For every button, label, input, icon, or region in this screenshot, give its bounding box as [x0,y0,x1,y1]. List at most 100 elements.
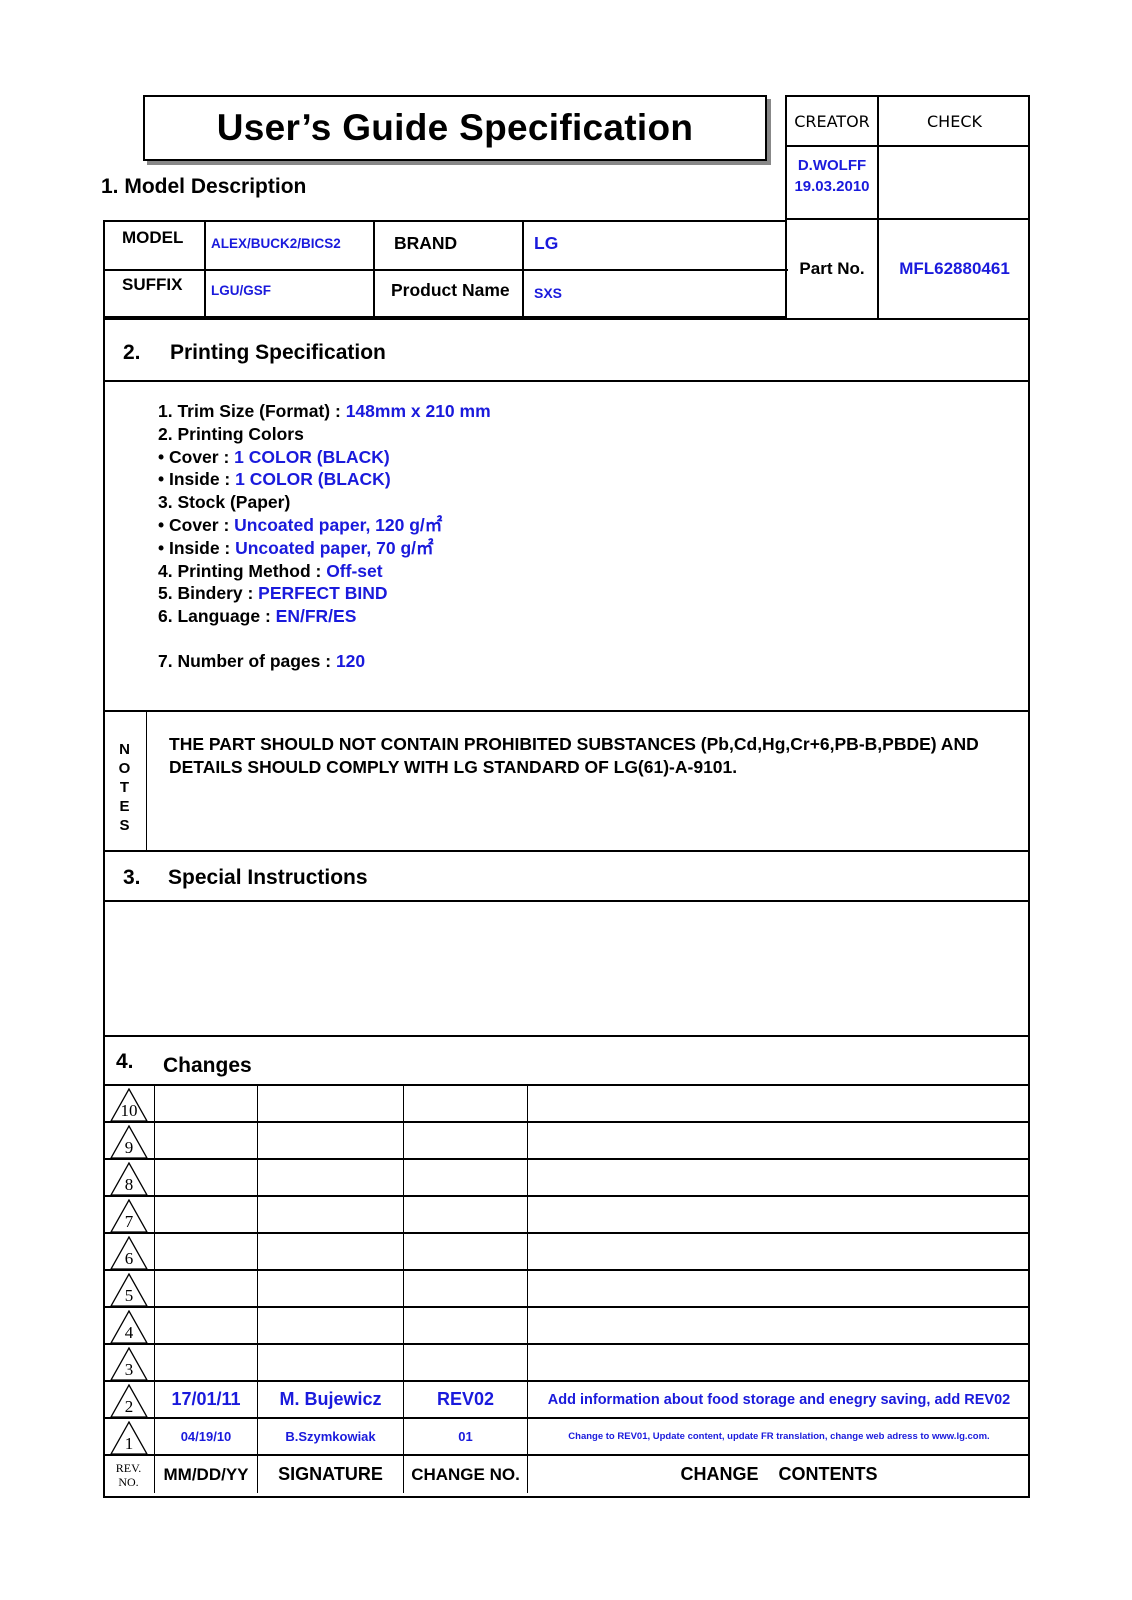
change-signature [258,1308,404,1343]
rev-number: 9 [124,1138,134,1157]
product-name-value: SXS [534,285,563,301]
model-value: ALEX/BUCK2/BICS2 [211,236,341,251]
change-row: 10 [103,1086,1030,1123]
special-instructions-number: 3. [123,866,141,889]
change-contents [528,1271,1030,1306]
document-title: User’s Guide Specification [216,107,694,148]
spec-line-label: • Inside : [158,537,236,558]
divider [103,850,1030,852]
spec-line-label: • Inside : [158,469,236,490]
change-signature [258,1197,404,1232]
spec-line-value: Uncoated paper, 70 g/㎡ [235,537,434,558]
change-contents [528,1086,1030,1121]
change-row: 6 [103,1234,1030,1271]
change-signature [258,1345,404,1380]
spec-line-label: 3. Stock (Paper) [158,492,291,513]
divider [103,1035,1030,1037]
change-date [155,1086,258,1121]
spec-line-label: 4. Printing Method : [158,560,327,581]
spec-line-value: Uncoated paper, 120 g/㎡ [234,514,443,535]
signature-column-label: SIGNATURE [258,1456,404,1493]
rev-cell: 6 [103,1234,155,1270]
spec-line-value: PERFECT BIND [258,583,388,604]
check-value [879,147,1030,220]
divider [103,380,1030,382]
revision-triangle-icon: 1 [109,1420,149,1455]
printing-spec-heading: Printing Specification [170,341,386,364]
special-instructions-heading: Special Instructions [168,866,368,889]
change-change-no: 01 [404,1419,528,1454]
change-row: 1 04/19/10 B.Szymkowiak 01 Change to REV01, … [103,1419,1030,1456]
change-row: 7 [103,1197,1030,1234]
change-row: 8 [103,1160,1030,1197]
revision-triangle-icon: 7 [109,1198,149,1233]
change-date [155,1160,258,1195]
change-signature [258,1086,404,1121]
change-change-no [404,1308,528,1343]
divider [103,900,1030,902]
changes-number: 4. [116,1050,134,1073]
change-contents: Change to REV01, Update content, update … [568,1431,990,1442]
rev-number: 3 [124,1360,134,1379]
spec-line: 3. Stock (Paper) [158,491,491,514]
revision-triangle-icon: 6 [109,1235,149,1270]
creator-label: CREATOR [787,97,879,147]
change-row: 2 17/01/11 M. Bujewicz REV02 Add information… [103,1382,1030,1419]
change-signature [258,1234,404,1269]
spec-line: 4. Printing Method : Off-set [158,560,491,583]
notes-text: THE PART SHOULD NOT CONTAIN PROHIBITED S… [169,734,979,777]
notes-letter: N [119,741,130,758]
divider [103,710,1030,712]
change-contents [528,1160,1030,1195]
change-signature [258,1160,404,1195]
brand-value: LG [534,233,559,253]
part-no-value: MFL62880461 [899,259,1010,278]
revision-triangle-icon: 8 [109,1161,149,1196]
change-date [155,1234,258,1269]
rev-cell: 4 [103,1308,155,1344]
spec-line-value: 1 COLOR (BLACK) [234,446,390,467]
change-signature [258,1123,404,1158]
printing-spec-number: 2. [123,341,141,364]
change-signature: M. Bujewicz [258,1382,404,1417]
change-date [155,1271,258,1306]
rev-cell: 7 [103,1197,155,1233]
change-date [155,1345,258,1380]
change-contents [528,1234,1030,1269]
approval-box: CREATOR CHECK D.WOLFF 19.03.2010 Part No… [785,95,1030,320]
special-instructions-text [120,915,1000,1025]
change-change-no [404,1197,528,1232]
suffix-label: SUFFIX [122,275,183,294]
rev-cell: 3 [103,1345,155,1381]
product-name-label: Product Name [391,280,510,300]
date-column-label: MM/DD/YY [155,1456,258,1493]
change-change-no [404,1234,528,1269]
revision-triangle-icon: 10 [109,1087,149,1122]
change-change-no: REV02 [404,1382,528,1417]
change-row: 9 [103,1123,1030,1160]
change-change-no [404,1160,528,1195]
change-signature [258,1271,404,1306]
spec-line-label: • Cover : [158,514,235,535]
check-label: CHECK [879,97,1030,147]
change-contents-column-label: CHANGE CONTENTS [680,1464,878,1484]
creator-value: D.WOLFF 19.03.2010 [787,147,879,220]
change-no-column-label: CHANGE NO. [404,1456,528,1493]
rev-cell: 5 [103,1271,155,1307]
spec-line-label: 6. Language : [158,606,276,627]
creator-name: D.WOLFF [797,157,867,174]
change-contents [528,1197,1030,1232]
spec-line: • Inside : Uncoated paper, 70 g/㎡ [158,537,491,560]
spec-line: 5. Bindery : PERFECT BIND [158,582,491,605]
spec-line-label: • Cover : [158,446,235,467]
change-row: 3 [103,1345,1030,1382]
change-row: 4 [103,1308,1030,1345]
rev-no-label: REV. NO. [103,1456,155,1493]
rev-cell: 8 [103,1160,155,1196]
no-label: NO. [118,1474,139,1489]
spec-line-value: 148mm x 210 mm [345,401,491,421]
spec-line: • Inside : 1 COLOR (BLACK) [158,468,491,491]
change-signature: B.Szymkowiak [258,1419,404,1454]
suffix-value: LGU/GSF [211,283,271,298]
spec-line: 2. Printing Colors [158,423,491,446]
